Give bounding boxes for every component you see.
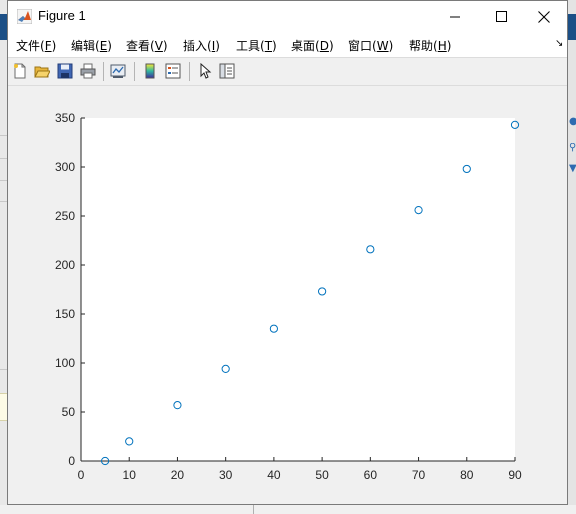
x-tick-label: 80	[460, 468, 474, 482]
y-tick-label: 350	[55, 111, 75, 125]
menu-file[interactable]: 文件(F)	[16, 37, 56, 54]
y-tick-label: 100	[55, 356, 75, 370]
background-dropdown-icon: ▼	[569, 164, 576, 174]
print-icon	[80, 63, 96, 79]
legend-icon	[165, 63, 181, 79]
new-figure-button[interactable]	[11, 62, 29, 80]
open-file-icon	[34, 66, 50, 78]
menu-tools[interactable]: 工具(T)	[236, 37, 277, 54]
property-inspector-icon	[219, 63, 235, 79]
link-plot-button[interactable]	[109, 62, 127, 80]
toolbar-separator	[134, 62, 135, 81]
plot-area	[81, 118, 515, 461]
background-search-icon: ⚲	[569, 143, 576, 153]
y-tick-label: 300	[55, 160, 75, 174]
window-title: Figure 1	[38, 8, 86, 23]
x-tick-label: 90	[508, 468, 522, 482]
toolbar-separator	[189, 62, 190, 81]
figure-toolbar	[8, 57, 567, 86]
x-tick-label: 50	[315, 468, 329, 482]
x-tick-label: 0	[78, 468, 85, 482]
legend-button[interactable]	[164, 62, 182, 80]
background-search-icon: ●	[569, 117, 576, 127]
y-tick-label: 50	[62, 405, 76, 419]
menu-edit[interactable]: 编辑(E)	[71, 37, 112, 54]
x-tick-label: 30	[219, 468, 233, 482]
menu-insert[interactable]: 插入(I)	[183, 37, 220, 54]
background-window-right	[568, 0, 576, 514]
matlab-logo-icon	[17, 9, 32, 24]
close-icon	[538, 10, 550, 23]
x-tick-label: 20	[171, 468, 185, 482]
close-button[interactable]	[521, 1, 567, 32]
y-tick-label: 150	[55, 307, 75, 321]
new-figure-icon	[14, 63, 26, 79]
open-file-button[interactable]	[33, 62, 51, 80]
maximize-button[interactable]	[478, 1, 524, 32]
title-bar[interactable]: Figure 1	[8, 1, 567, 32]
background-window-bottom	[0, 505, 576, 514]
x-tick-label: 60	[364, 468, 378, 482]
save-icon	[57, 63, 73, 79]
minimize-button[interactable]	[432, 1, 478, 32]
colorbar-icon	[145, 63, 155, 79]
maximize-icon	[495, 11, 507, 22]
figure-window: Figure 1 文件(F) 编辑(E) 查看(V) 插入(I) 工具(T) 桌…	[7, 0, 568, 505]
dock-arrow-icon[interactable]: ↘	[555, 38, 563, 49]
figure-canvas[interactable]: 0 10 20 30 40 50 60 70 80 90 0 50 100 150 200 250 300 350	[8, 86, 567, 504]
x-tick-label: 40	[267, 468, 281, 482]
toolbar-separator	[103, 62, 104, 81]
menu-view[interactable]: 查看(V)	[126, 37, 168, 54]
save-button[interactable]	[56, 62, 74, 80]
x-tick-label: 70	[412, 468, 426, 482]
property-inspector-button[interactable]	[218, 62, 236, 80]
background-titlebar-right	[568, 14, 576, 40]
x-tick-label: 10	[123, 468, 137, 482]
print-button[interactable]	[79, 62, 97, 80]
y-tick-label: 200	[55, 258, 75, 272]
y-tick-label: 250	[55, 209, 75, 223]
edit-plot-button[interactable]	[196, 62, 214, 80]
menu-bar: 文件(F) 编辑(E) 查看(V) 插入(I) 工具(T) 桌面(D) 窗口(W…	[8, 32, 567, 57]
y-tick-label: 0	[68, 454, 75, 468]
edit-plot-icon	[200, 63, 212, 79]
menu-window[interactable]: 窗口(W)	[348, 37, 393, 54]
background-divider	[253, 505, 254, 514]
menu-help[interactable]: 帮助(H)	[409, 37, 451, 54]
link-plot-icon	[110, 64, 126, 78]
colorbar-button[interactable]	[141, 62, 159, 80]
scatter-chart: 0 10 20 30 40 50 60 70 80 90 0 50 100 150 200 250 300 350	[55, 111, 522, 482]
menu-desktop[interactable]: 桌面(D)	[291, 37, 334, 54]
minimize-icon	[449, 16, 460, 18]
